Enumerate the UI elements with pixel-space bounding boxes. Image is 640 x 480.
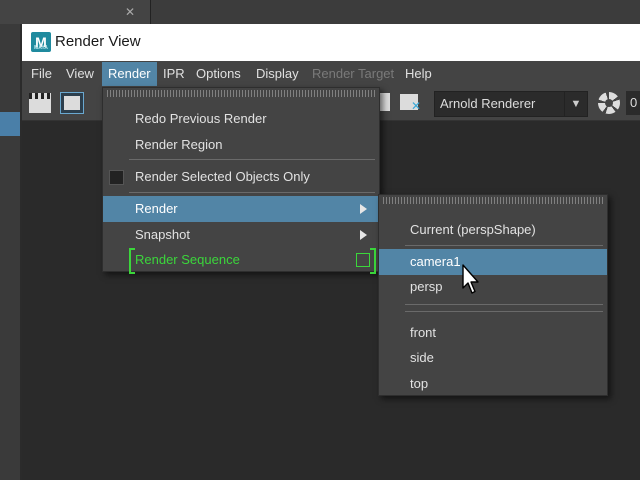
submenu-item-top[interactable]: top: [379, 371, 607, 397]
mouse-pointer-icon: [462, 264, 479, 294]
menu-item-label: Render Sequence: [135, 252, 240, 267]
menu-file[interactable]: File: [25, 62, 58, 86]
renderer-value: Arnold Renderer: [440, 96, 536, 111]
menu-item-redo-previous-render[interactable]: Redo Previous Render: [103, 106, 379, 132]
exposure-field[interactable]: 0: [626, 91, 640, 115]
menu-item-label: camera1: [410, 254, 461, 269]
menu-item-label: Snapshot: [135, 227, 190, 242]
tear-off-handle[interactable]: [107, 90, 375, 97]
menu-item-render-sequence[interactable]: Render Sequence: [103, 247, 379, 274]
menu-item-render[interactable]: Render: [103, 196, 379, 222]
menu-view[interactable]: View: [60, 62, 100, 86]
tear-off-handle[interactable]: [383, 197, 603, 204]
menu-item-label: top: [410, 376, 429, 391]
title-bar: M MAYA Render View: [22, 24, 640, 61]
submenu-arrow-icon: [360, 230, 367, 240]
menu-item-label: Render Region: [135, 137, 223, 152]
menu-item-label: persp: [410, 279, 443, 294]
remove-image-icon[interactable]: ✕: [400, 94, 421, 113]
menu-item-label: Render: [135, 201, 178, 216]
render-menu: Redo Previous Render Render Region Rende…: [102, 87, 380, 274]
submenu-item-current-camera[interactable]: Current (perspShape): [379, 217, 607, 243]
menu-item-label: Current (perspShape): [410, 222, 536, 237]
menu-separator: [405, 304, 603, 305]
workspace-left-selection: [0, 112, 20, 136]
menu-options[interactable]: Options: [190, 62, 247, 86]
dropdown-caret-icon[interactable]: ▼: [564, 92, 587, 116]
renderer-select[interactable]: Arnold Renderer ▼: [434, 91, 588, 117]
menu-item-label: front: [410, 325, 437, 340]
menu-item-snapshot[interactable]: Snapshot: [103, 222, 379, 248]
menu-ipr[interactable]: IPR: [157, 62, 191, 86]
menu-bar: File View Render IPR Options Display Ren…: [22, 62, 640, 86]
menu-display[interactable]: Display: [250, 62, 305, 86]
maya-logo-icon: M MAYA: [31, 32, 51, 52]
menu-render[interactable]: Render: [102, 62, 157, 86]
camera-submenu: Current (perspShape) camera1 persp front…: [378, 194, 608, 396]
option-box-icon[interactable]: [356, 253, 370, 267]
menu-item-label: Render Selected Objects Only: [135, 169, 310, 184]
bracket-right: [370, 248, 376, 274]
menu-help[interactable]: Help: [399, 62, 438, 86]
clapper-icon[interactable]: [29, 93, 51, 113]
submenu-item-front[interactable]: front: [379, 320, 607, 346]
submenu-item-side[interactable]: side: [379, 345, 607, 371]
workspace-left-strip: [0, 24, 20, 480]
menu-separator: [405, 245, 603, 246]
submenu-item-persp[interactable]: persp: [379, 274, 607, 300]
menu-separator: [129, 159, 375, 160]
menu-separator: [405, 311, 603, 312]
window-title: Render View: [55, 33, 141, 50]
menu-render-target: Render Target: [312, 66, 395, 81]
submenu-arrow-icon: [360, 204, 367, 214]
menu-item-render-selected-objects-only[interactable]: Render Selected Objects Only: [103, 164, 379, 190]
menu-separator: [129, 192, 375, 193]
aperture-icon[interactable]: [598, 92, 620, 114]
submenu-item-camera1[interactable]: camera1: [379, 249, 607, 275]
close-icon[interactable]: ✕: [122, 4, 138, 20]
exposure-value: 0: [630, 95, 638, 110]
render-region-icon[interactable]: [60, 92, 84, 114]
menu-item-label: side: [410, 350, 434, 365]
menu-item-label: Redo Previous Render: [135, 111, 267, 126]
checkbox[interactable]: [109, 170, 124, 185]
menu-item-render-region[interactable]: Render Region: [103, 132, 379, 158]
